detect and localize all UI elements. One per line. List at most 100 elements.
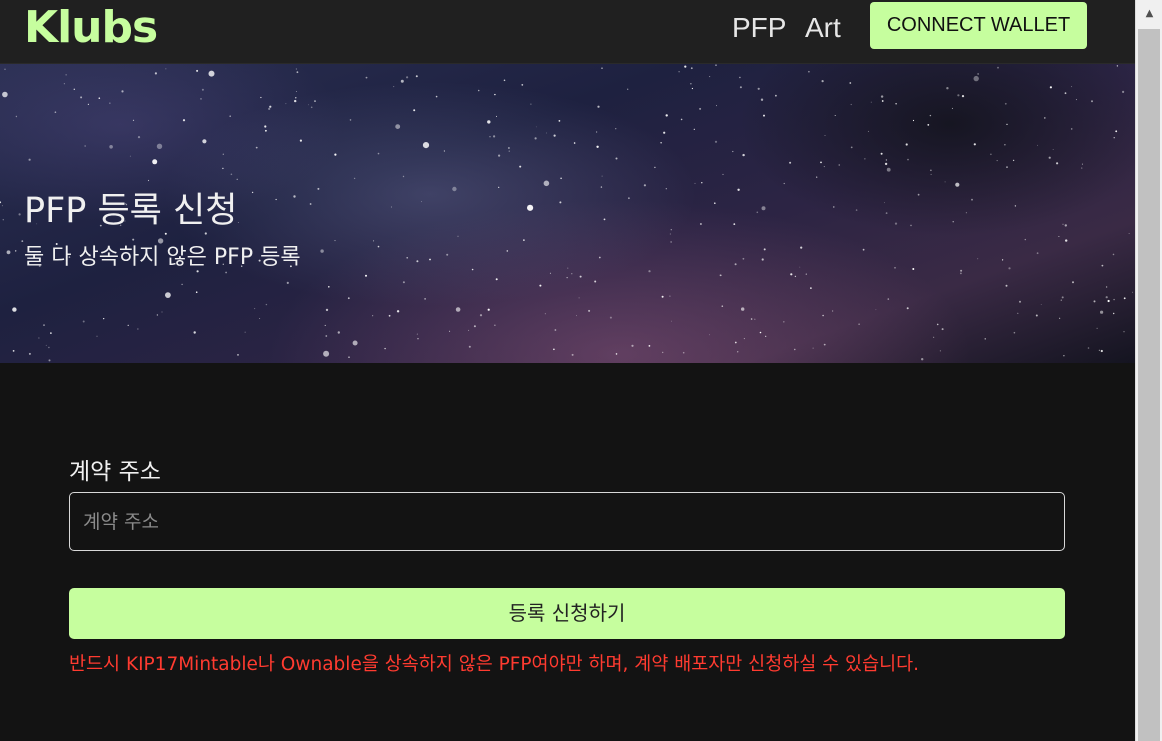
star (961, 95, 965, 98)
star (643, 184, 647, 187)
star (663, 131, 666, 134)
star (973, 143, 976, 146)
star (268, 107, 271, 110)
star (377, 152, 380, 155)
star (299, 139, 302, 142)
page-title: PFP 등록 신청 (24, 191, 238, 231)
star (54, 111, 57, 113)
star (662, 351, 664, 354)
star (487, 308, 490, 311)
star (1123, 297, 1126, 300)
star (984, 338, 986, 340)
star (1064, 92, 1067, 95)
star (917, 193, 920, 196)
scrollbar-thumb[interactable] (1138, 29, 1160, 741)
star (471, 268, 474, 271)
star (28, 158, 31, 161)
star (1132, 291, 1134, 293)
star (372, 315, 374, 317)
star (165, 68, 167, 70)
star (1116, 65, 1119, 67)
star (308, 104, 309, 106)
star (734, 341, 737, 344)
star (912, 268, 915, 270)
star (21, 240, 24, 243)
star (1105, 286, 1108, 288)
star (132, 119, 135, 121)
star (1040, 304, 1042, 305)
star (578, 297, 580, 299)
triangle-up-icon[interactable]: ▲ (1136, 0, 1162, 27)
star (395, 124, 401, 129)
star (156, 314, 159, 316)
star (760, 98, 764, 101)
star (452, 186, 457, 192)
star (477, 89, 480, 92)
star (468, 329, 470, 331)
star (225, 271, 228, 274)
star (18, 213, 21, 216)
hero-banner: PFP 등록 신청 둘 다 상속하지 않은 PFP 등록 (0, 64, 1135, 363)
star (719, 274, 722, 277)
star (496, 115, 497, 117)
star (489, 136, 491, 138)
star (109, 102, 111, 104)
contract-address-label: 계약 주소 (69, 459, 161, 485)
star (285, 103, 287, 105)
star (838, 164, 840, 166)
star (286, 281, 289, 284)
star (1075, 99, 1077, 101)
star (939, 350, 941, 352)
star (816, 176, 818, 178)
star (1017, 312, 1019, 314)
star (523, 239, 525, 241)
star (823, 343, 826, 346)
vertical-scrollbar[interactable]: ▲ (1135, 0, 1162, 741)
star (323, 350, 330, 357)
star (670, 241, 672, 243)
star (849, 82, 852, 84)
star (349, 119, 352, 121)
star (884, 202, 885, 204)
star (1065, 239, 1068, 242)
star (743, 338, 745, 340)
star (12, 350, 15, 352)
submit-registration-button[interactable]: 등록 신청하기 (69, 588, 1065, 639)
star (493, 135, 496, 138)
star (1087, 347, 1090, 349)
star (694, 182, 696, 184)
star (1037, 144, 1038, 146)
star (701, 182, 703, 184)
star (722, 173, 724, 175)
star (202, 139, 207, 144)
star (479, 314, 483, 317)
star (181, 283, 183, 286)
nav-link-art[interactable]: Art (805, 8, 841, 48)
star (742, 257, 745, 260)
nav-link-pfp[interactable]: PFP (732, 8, 786, 48)
star (43, 324, 45, 326)
star (1096, 327, 1098, 329)
star (294, 99, 297, 103)
contract-address-input[interactable] (69, 492, 1065, 551)
star (601, 67, 603, 69)
star (1006, 166, 1008, 168)
star (12, 307, 17, 312)
star (324, 324, 326, 326)
star (530, 103, 532, 105)
star (763, 248, 766, 251)
star (1005, 284, 1008, 287)
star (1004, 144, 1006, 146)
star (15, 250, 17, 252)
klubs-logo[interactable]: Klubs (24, 0, 158, 56)
star (1122, 90, 1125, 93)
connect-wallet-button[interactable]: CONNECT WALLET (870, 2, 1087, 49)
star (588, 309, 591, 312)
star (910, 224, 912, 227)
star (103, 318, 105, 320)
star (905, 143, 908, 146)
star (275, 198, 277, 201)
star (1013, 331, 1016, 334)
star (864, 158, 866, 160)
star (296, 71, 299, 74)
